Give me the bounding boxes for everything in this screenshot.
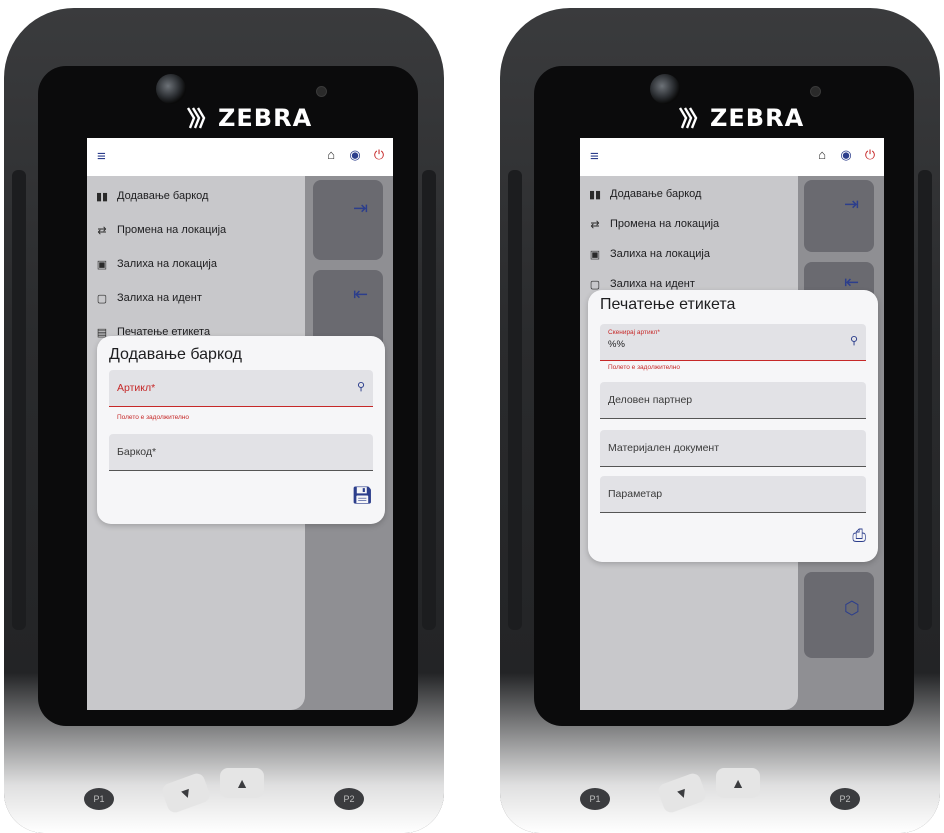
clipboard-icon: ▢ [589, 278, 601, 291]
side-grip [12, 170, 26, 630]
camera-lens [650, 74, 680, 104]
device-right: ZEBRA ≡ ⌂ ◉ ⏻ ⇥ ⇤ ⬡ ▮▮ Додавање баркод ⇄… [500, 0, 940, 833]
login-icon[interactable]: ⇥ [844, 194, 859, 215]
logout-icon[interactable]: ⇤ [353, 284, 368, 305]
drawer-item-label: Промена на локација [610, 218, 720, 230]
p1-key[interactable]: P1 [580, 788, 610, 810]
app-screen: ≡ ⌂ ◉ ⏻ ⇥ ⇤ ⬡ ▮▮ Додавање баркод ⇄ Проме… [580, 138, 884, 710]
zebra-head-icon [186, 107, 206, 129]
drawer-item-label: Залиха на идент [610, 278, 695, 290]
drawer-item-stock-location[interactable]: ▣ Залиха на локација [588, 244, 710, 264]
field-label: Артикл* [117, 382, 156, 394]
drawer-item-stock-ident[interactable]: ▢ Залиха на идент [95, 288, 202, 308]
zebra-head-icon [678, 107, 698, 129]
app-bar: ≡ ⌂ ◉ ⏻ [87, 138, 393, 176]
print-labels-dialog: Печатење етикета Скенирај артикл* %% ⚲ П… [588, 290, 878, 562]
barcode-input[interactable]: Баркод* [109, 434, 373, 471]
drawer-item-add-barcode[interactable]: ▮▮ Додавање баркод [95, 186, 209, 206]
app-bar: ≡ ⌂ ◉ ⏻ [580, 138, 884, 176]
field-error-text: Полето е задолжително [608, 364, 681, 371]
camera-lens [156, 74, 186, 104]
search-icon[interactable]: ⚲ [357, 380, 365, 393]
drawer-item-label: Додавање баркод [117, 190, 209, 202]
account-icon[interactable]: ◉ [838, 147, 854, 163]
app-bar-actions: ⌂ ◉ ⏻ [323, 147, 387, 163]
keypad: P1 P2 ▼ ▲ [540, 738, 900, 833]
barcode-icon: ▮▮ [588, 188, 602, 201]
keypad: P1 P2 ▼ ▲ [44, 738, 404, 833]
brand-name: ZEBRA [218, 104, 313, 132]
drawer-item-change-location[interactable]: ⇄ Промена на локација [588, 214, 719, 234]
search-icon[interactable]: ⚲ [850, 334, 858, 347]
dialog-title: Додавање баркод [109, 346, 243, 363]
warehouse-icon: ▣ [96, 258, 108, 271]
brand-logo: ZEBRA [676, 104, 804, 132]
warehouse-icon: ▣ [589, 248, 601, 261]
print-icon[interactable]: ⎙ [852, 526, 866, 546]
brand-name: ZEBRA [710, 104, 805, 132]
field-label: Баркод* [117, 446, 157, 458]
material-document-input[interactable]: Материјален документ [600, 430, 866, 467]
transfer-icon: ⇄ [97, 224, 107, 237]
clipboard-icon: ▢ [96, 292, 108, 305]
dpad-up-key[interactable]: ▲ [716, 768, 760, 798]
p2-key[interactable]: P2 [830, 788, 860, 810]
content-card[interactable]: ⇥ [313, 180, 383, 260]
home-icon[interactable]: ⌂ [323, 147, 339, 163]
side-grip [422, 170, 436, 630]
drawer-item-label: Залиха на локација [117, 258, 217, 270]
power-icon[interactable]: ⏻ [862, 147, 878, 163]
field-label: Скенирај артикл* [608, 329, 660, 336]
side-grip [918, 170, 932, 630]
drawer-item-add-barcode[interactable]: ▮▮ Додавање баркод [588, 184, 702, 204]
dialog-title: Печатење етикета [600, 296, 736, 313]
drawer-item-stock-location[interactable]: ▣ Залиха на локација [95, 254, 217, 274]
field-label: Параметар [608, 488, 663, 500]
add-barcode-dialog: Додавање баркод Артикл* ⚲ Полето е задол… [97, 336, 385, 524]
menu-icon[interactable]: ≡ [590, 149, 599, 164]
parameter-input[interactable]: Параметар [600, 476, 866, 513]
content-card[interactable]: ⬡ [804, 572, 874, 658]
field-label: Материјален документ [608, 442, 720, 454]
dpad-left-key[interactable]: ▼ [656, 771, 708, 815]
field-value: %% [608, 339, 625, 350]
content-card[interactable]: ⇥ [804, 180, 874, 252]
menu-icon[interactable]: ≡ [97, 149, 106, 164]
device-left: ZEBRA ≡ ⌂ ◉ ⏻ ⇥ ⇤ ▮▮ Додавање баркод ⇄ П… [4, 0, 444, 833]
brand-logo: ZEBRA [184, 104, 312, 132]
account-icon[interactable]: ◉ [347, 147, 363, 163]
app-bar-actions: ⌂ ◉ ⏻ [814, 147, 878, 163]
p1-key[interactable]: P1 [84, 788, 114, 810]
package-icon[interactable]: ⬡ [844, 598, 860, 619]
home-icon[interactable]: ⌂ [814, 147, 830, 163]
drawer-item-label: Залиха на идент [117, 292, 202, 304]
barcode-icon: ▮▮ [95, 190, 109, 203]
drawer-item-label: Залиха на локација [610, 248, 710, 260]
dpad-left-key[interactable]: ▼ [160, 771, 212, 815]
light-sensor [316, 86, 327, 97]
power-icon[interactable]: ⏻ [371, 147, 387, 163]
drawer-item-change-location[interactable]: ⇄ Промена на локација [95, 220, 226, 240]
transfer-icon: ⇄ [590, 218, 600, 231]
field-error-text: Полето е задолжително [117, 414, 190, 421]
light-sensor [810, 86, 821, 97]
field-label: Деловен партнер [608, 394, 693, 406]
side-grip [508, 170, 522, 630]
p2-key[interactable]: P2 [334, 788, 364, 810]
business-partner-input[interactable]: Деловен партнер [600, 382, 866, 419]
drawer-item-label: Додавање баркод [610, 188, 702, 200]
scan-article-input[interactable]: Скенирај артикл* %% ⚲ [600, 324, 866, 361]
login-icon[interactable]: ⇥ [353, 198, 368, 219]
save-icon[interactable]: 💾︎ [351, 486, 373, 506]
dpad-up-key[interactable]: ▲ [220, 768, 264, 798]
article-input[interactable]: Артикл* ⚲ [109, 370, 373, 407]
drawer-item-label: Промена на локација [117, 224, 227, 236]
app-screen: ≡ ⌂ ◉ ⏻ ⇥ ⇤ ▮▮ Додавање баркод ⇄ Промена… [87, 138, 393, 710]
